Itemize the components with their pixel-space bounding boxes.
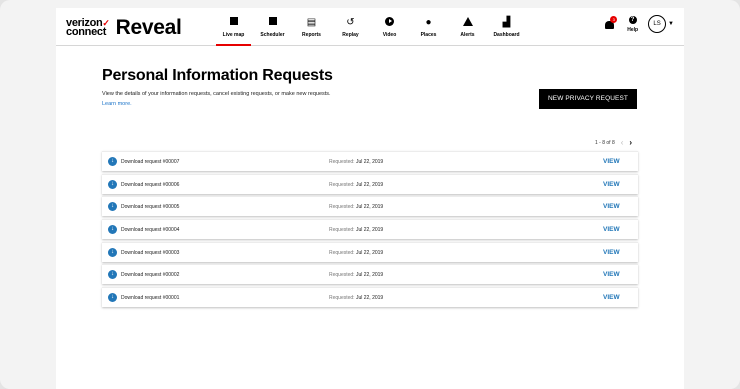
list-item: ↓ Download request #00002 Requested: Jul… bbox=[102, 264, 638, 285]
alerts-icon bbox=[462, 16, 473, 29]
header-actions: 3 ? Help LS ▼ bbox=[603, 14, 674, 34]
pagination: 1 - 8 of 8 ‹ › bbox=[595, 138, 632, 147]
request-name: Download request #00003 bbox=[121, 249, 180, 256]
request-list: ↓ Download request #00007 Requested: Jul… bbox=[102, 151, 638, 310]
requested-label: Requested: bbox=[329, 249, 355, 256]
help-label: Help bbox=[627, 26, 639, 33]
request-date-value: Jul 22, 2019 bbox=[355, 249, 384, 256]
chevron-left-icon[interactable]: ‹ bbox=[621, 138, 624, 147]
request-name: Download request #00007 bbox=[121, 159, 180, 165]
request-date-value: Jul 22, 2019 bbox=[355, 295, 384, 302]
page-description: View the details of your information req… bbox=[102, 91, 331, 97]
request-name: Download request #00004 bbox=[121, 227, 180, 234]
request-name: Download request #00002 bbox=[121, 272, 180, 279]
page-title: Personal Information Requests bbox=[102, 67, 333, 84]
request-date: Requested: Jul 22, 2019 bbox=[329, 182, 383, 188]
chevron-right-icon[interactable]: › bbox=[629, 138, 632, 147]
places-icon: ● bbox=[425, 16, 432, 28]
nav-label: Scheduler bbox=[260, 31, 285, 38]
list-item: ↓ Download request #00006 Requested: Jul… bbox=[102, 173, 638, 194]
nav-alerts[interactable]: Alerts bbox=[448, 8, 487, 46]
request-date-value: Jul 22, 2019 bbox=[355, 159, 384, 165]
view-button[interactable]: VIEW bbox=[603, 294, 620, 301]
nav-label: Replay bbox=[342, 31, 359, 38]
nav-label: Video bbox=[382, 31, 397, 38]
nav-label: Dashboard bbox=[493, 31, 520, 38]
request-name: Download request #00005 bbox=[121, 204, 180, 211]
nav-video[interactable]: Video bbox=[370, 8, 409, 46]
replay-icon: ↺ bbox=[346, 16, 355, 28]
download-icon: ↓ bbox=[108, 179, 117, 189]
brand-bottom-text: connect bbox=[66, 26, 107, 38]
notification-badge: 3 bbox=[610, 16, 618, 23]
view-button[interactable]: VIEW bbox=[603, 226, 620, 233]
request-date: Requested: Jul 22, 2019 bbox=[329, 295, 383, 301]
list-item: ↓ Download request #00007 Requested: Jul… bbox=[102, 151, 638, 171]
download-icon: ↓ bbox=[108, 157, 117, 166]
nav-replay[interactable]: ↺ Replay bbox=[331, 8, 370, 46]
list-item: ↓ Download request #00003 Requested: Jul… bbox=[102, 241, 638, 262]
video-icon bbox=[385, 16, 394, 29]
list-item: ↓ Download request #00005 Requested: Jul… bbox=[102, 196, 638, 217]
requested-label: Requested: bbox=[329, 159, 355, 165]
nav-live-map[interactable]: Live map bbox=[214, 8, 253, 46]
request-date: Requested: Jul 22, 2019 bbox=[329, 159, 383, 165]
view-button[interactable]: VIEW bbox=[603, 181, 620, 188]
nav-scheduler[interactable]: Scheduler bbox=[253, 8, 292, 46]
verizon-connect-wordmark: verizon✓ connect bbox=[66, 18, 110, 38]
download-icon: ↓ bbox=[108, 247, 117, 257]
user-avatar[interactable]: LS bbox=[648, 15, 667, 33]
nav-label: Places bbox=[420, 31, 437, 38]
dashboard-icon: ▟ bbox=[502, 16, 511, 28]
request-date-value: Jul 22, 2019 bbox=[355, 272, 384, 279]
request-name: Download request #00001 bbox=[121, 295, 180, 302]
download-icon: ↓ bbox=[108, 225, 117, 235]
help-icon: ? bbox=[628, 15, 637, 24]
requested-label: Requested: bbox=[329, 295, 355, 302]
nav-reports[interactable]: ▤ Reports bbox=[292, 8, 331, 46]
product-name: Reveal bbox=[115, 16, 182, 39]
main-nav: Live map Scheduler ▤ Reports ↺ Replay Vi… bbox=[214, 8, 526, 46]
list-item: ↓ Download request #00001 Requested: Jul… bbox=[102, 287, 638, 308]
chevron-down-icon[interactable]: ▼ bbox=[668, 21, 674, 27]
nav-label: Live map bbox=[222, 31, 245, 38]
nav-label: Reports bbox=[302, 31, 321, 38]
app-window: verizon✓ connect Reveal Live map Schedul… bbox=[56, 8, 684, 389]
request-name: Download request #00006 bbox=[121, 181, 180, 188]
learn-more-link[interactable]: Learn more. bbox=[102, 101, 132, 107]
new-privacy-request-button[interactable]: NEW PRIVACY REQUEST bbox=[539, 89, 637, 109]
nav-places[interactable]: ● Places bbox=[409, 8, 448, 46]
nav-label: Alerts bbox=[460, 31, 475, 38]
request-date-value: Jul 22, 2019 bbox=[355, 204, 384, 211]
requested-label: Requested: bbox=[329, 227, 355, 234]
screen-frame: verizon✓ connect Reveal Live map Schedul… bbox=[0, 0, 740, 389]
requested-label: Requested: bbox=[329, 204, 355, 211]
notifications-button[interactable]: 3 bbox=[603, 14, 618, 34]
request-date: Requested: Jul 22, 2019 bbox=[329, 227, 383, 233]
request-date-value: Jul 22, 2019 bbox=[355, 227, 384, 234]
live-map-icon bbox=[229, 16, 238, 29]
nav-dashboard[interactable]: ▟ Dashboard bbox=[487, 8, 526, 46]
view-button[interactable]: VIEW bbox=[603, 158, 620, 165]
help-button[interactable]: ? Help bbox=[627, 15, 639, 33]
request-date-value: Jul 22, 2019 bbox=[355, 181, 384, 188]
view-button[interactable]: VIEW bbox=[603, 203, 620, 210]
requested-label: Requested: bbox=[329, 181, 355, 188]
requested-label: Requested: bbox=[329, 272, 355, 279]
download-icon: ↓ bbox=[108, 270, 117, 280]
view-button[interactable]: VIEW bbox=[603, 249, 620, 256]
scheduler-icon bbox=[268, 16, 277, 29]
request-date: Requested: Jul 22, 2019 bbox=[329, 250, 383, 256]
list-item: ↓ Download request #00004 Requested: Jul… bbox=[102, 219, 638, 240]
download-icon: ↓ bbox=[108, 202, 117, 212]
view-button[interactable]: VIEW bbox=[603, 271, 620, 278]
request-date: Requested: Jul 22, 2019 bbox=[329, 204, 383, 210]
download-icon: ↓ bbox=[108, 293, 117, 303]
pagination-count: 1 - 8 of 8 bbox=[595, 139, 615, 146]
reports-icon: ▤ bbox=[306, 16, 317, 28]
request-date: Requested: Jul 22, 2019 bbox=[329, 272, 383, 278]
top-header: verizon✓ connect Reveal Live map Schedul… bbox=[56, 8, 684, 46]
verizon-connect-reveal-logo[interactable]: verizon✓ connect Reveal bbox=[66, 15, 182, 41]
